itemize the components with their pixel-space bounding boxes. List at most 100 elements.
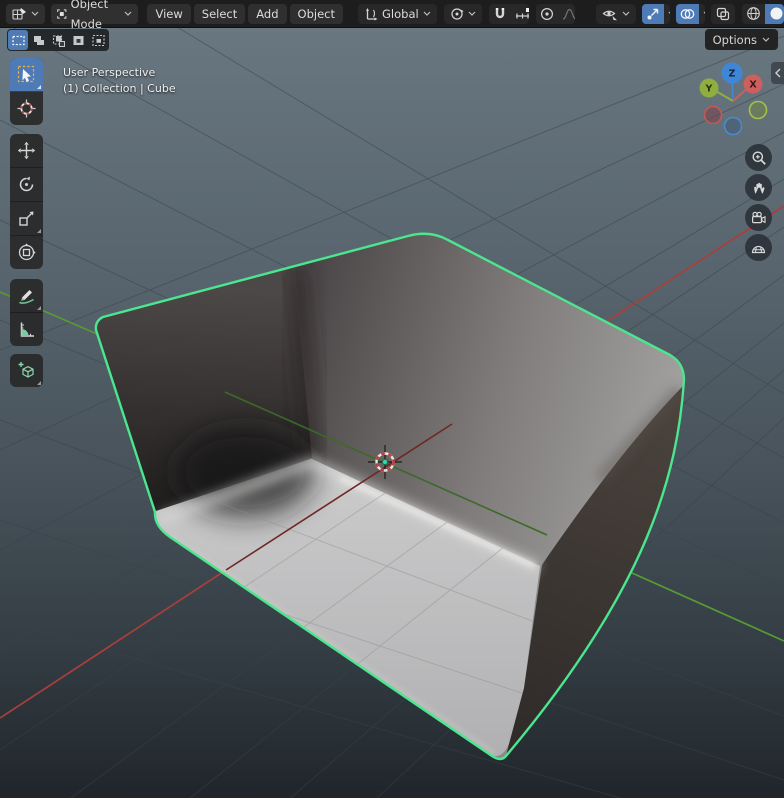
- measure-tool[interactable]: [10, 313, 43, 346]
- add-cube-tool[interactable]: [10, 354, 43, 387]
- proportional-circle-icon: [540, 7, 554, 21]
- toolbar-group-annotate: [10, 279, 43, 346]
- transform-tool[interactable]: [10, 236, 43, 269]
- select-mode-invert[interactable]: [68, 30, 88, 50]
- options-dropdown[interactable]: Options: [705, 29, 778, 50]
- proportional-edit-toggle[interactable]: [536, 4, 558, 24]
- viewport-header: Object Mode View Select Add Object Globa…: [0, 0, 784, 28]
- annotate-tool[interactable]: [10, 279, 43, 313]
- xray-icon: [716, 7, 730, 21]
- pan-button[interactable]: [745, 174, 772, 201]
- select-invert-icon: [71, 33, 86, 48]
- orientation-axes-icon: [364, 7, 378, 21]
- overlays-settings-dropdown[interactable]: [699, 4, 705, 24]
- solid-sphere-icon: [769, 6, 784, 21]
- gizmo-neg-y-ball[interactable]: [750, 102, 767, 119]
- show-overlays-toggle[interactable]: [676, 4, 699, 24]
- select-mode-intersect[interactable]: [88, 30, 108, 50]
- move-icon: [17, 141, 36, 160]
- cursor-tool-icon: [17, 99, 36, 118]
- wireframe-shading-button[interactable]: [742, 4, 765, 24]
- toolbar-group-select: [10, 58, 43, 125]
- select-mode-group: [7, 29, 109, 51]
- overlays-group: [676, 4, 705, 24]
- menu-select[interactable]: Select: [194, 4, 245, 24]
- camera-icon: [750, 209, 767, 226]
- menu-select-label: Select: [202, 4, 237, 24]
- select-mode-extend[interactable]: [28, 30, 48, 50]
- chevron-down-icon: [668, 11, 670, 16]
- snap-settings-dropdown[interactable]: [511, 4, 530, 24]
- proportional-edit-group: [536, 4, 575, 24]
- active-object-breadcrumb: (1) Collection | Cube: [63, 82, 176, 95]
- gizmo-arrow-icon: [646, 7, 660, 21]
- gizmos-group: [642, 4, 670, 24]
- show-gizmo-toggle[interactable]: [642, 4, 664, 24]
- transform-orientation-dropdown[interactable]: Global: [358, 4, 437, 24]
- select-box-icon: [17, 65, 36, 84]
- orientation-label: Global: [382, 4, 419, 24]
- wireframe-globe-icon: [746, 6, 761, 21]
- viewport-3d[interactable]: [0, 0, 784, 798]
- scale-tool[interactable]: [10, 202, 43, 236]
- select-subtract-icon: [51, 33, 66, 48]
- mode-dropdown[interactable]: Object Mode: [51, 4, 138, 24]
- solid-shading-button[interactable]: [765, 4, 784, 24]
- grid-dome-icon: [750, 239, 767, 256]
- gizmo-neg-z-ball[interactable]: [725, 118, 742, 135]
- tool-settings-bar: Options: [0, 27, 784, 53]
- select-extend-icon: [31, 33, 46, 48]
- menu-add-label: Add: [256, 4, 278, 24]
- camera-view-button[interactable]: [745, 204, 772, 231]
- rotate-icon: [17, 175, 36, 194]
- object-visibility-dropdown[interactable]: [596, 4, 636, 24]
- pivot-icon: [450, 7, 464, 21]
- gizmo-settings-dropdown[interactable]: [664, 4, 670, 24]
- rotate-tool[interactable]: [10, 168, 43, 202]
- gizmo-z-label: Z: [729, 69, 736, 80]
- toggle-ortho-button[interactable]: [745, 234, 772, 261]
- tool-options-corner: [37, 229, 41, 233]
- select-mode-set[interactable]: [8, 30, 28, 50]
- chevron-left-icon: [774, 68, 781, 78]
- scale-icon: [17, 209, 36, 228]
- select-mode-subtract[interactable]: [48, 30, 68, 50]
- editor-type-dropdown[interactable]: [6, 4, 45, 24]
- annotate-pencil-icon: [17, 286, 36, 305]
- select-set-icon: [11, 33, 26, 48]
- overlays-icon: [680, 7, 695, 21]
- pivot-point-dropdown[interactable]: [444, 4, 482, 24]
- cursor-tool[interactable]: [10, 92, 43, 125]
- magnifier-plus-icon: [751, 150, 767, 166]
- gizmo-y-label: Y: [705, 84, 713, 95]
- hand-icon: [751, 180, 767, 196]
- snap-toggle[interactable]: [489, 4, 511, 24]
- object-mode-icon: [57, 7, 67, 21]
- zoom-button[interactable]: [745, 144, 772, 171]
- viewport-editor-icon: [12, 7, 27, 21]
- move-tool[interactable]: [10, 134, 43, 168]
- tool-options-corner: [37, 381, 41, 385]
- menu-view[interactable]: View: [147, 4, 190, 24]
- add-cube-icon: [17, 361, 36, 380]
- chevron-down-icon: [622, 11, 630, 16]
- gizmo-neg-x-ball[interactable]: [705, 107, 722, 124]
- select-box-tool[interactable]: [10, 58, 43, 92]
- magnet-icon: [493, 7, 507, 21]
- proportional-falloff-dropdown[interactable]: [558, 4, 575, 24]
- object-origin: [382, 459, 387, 464]
- snap-increment-icon: [515, 7, 530, 21]
- navigation-gizmo[interactable]: Z Y X: [690, 56, 780, 146]
- xray-toggle[interactable]: [711, 4, 735, 24]
- menu-add[interactable]: Add: [248, 4, 286, 24]
- chevron-down-icon: [468, 11, 476, 16]
- sidebar-collapse-tab[interactable]: [771, 62, 784, 84]
- toolbar-group-add: [10, 354, 43, 387]
- falloff-curve-icon: [562, 7, 575, 21]
- view-perspective-label: User Perspective: [63, 66, 155, 79]
- gizmo-x-label: X: [749, 80, 757, 91]
- menu-object[interactable]: Object: [290, 4, 343, 24]
- select-intersect-icon: [91, 33, 106, 48]
- measure-icon: [17, 320, 36, 339]
- tool-options-corner: [37, 85, 41, 89]
